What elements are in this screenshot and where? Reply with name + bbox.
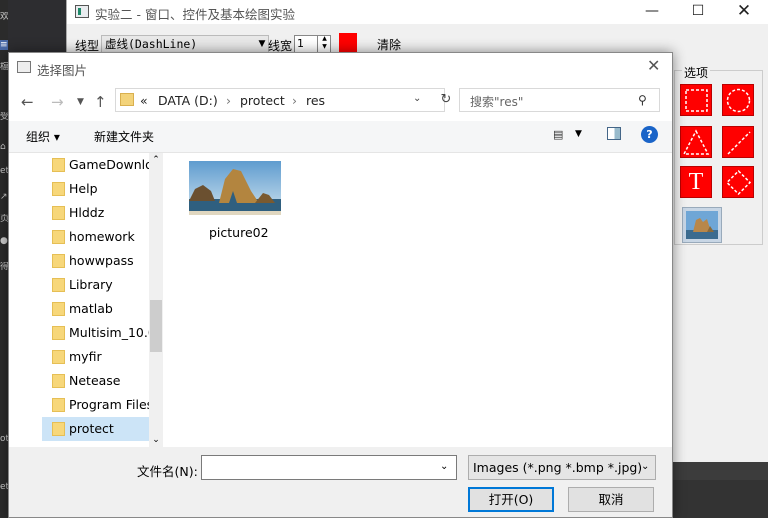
chevron-down-icon[interactable]: ⌄ [641, 461, 649, 472]
refresh-icon[interactable]: ↻ [435, 92, 457, 110]
folder-icon [52, 398, 65, 412]
nav-item[interactable]: myfir [42, 345, 157, 369]
close-icon[interactable]: ✕ [647, 56, 660, 75]
image-thumbnail [189, 161, 281, 215]
view-options-icon[interactable]: ▤ [553, 128, 563, 141]
file-open-dialog: 选择图片 ✕ ← → ▼ ↑ « DATA (D:) › protect › r… [8, 52, 673, 518]
scroll-down-icon[interactable]: ⌄ [149, 433, 163, 447]
options-group: 选项 T [674, 62, 763, 245]
nav-item[interactable]: Hlddz [42, 201, 157, 225]
cancel-button[interactable]: 取消 [568, 487, 654, 512]
folder-icon [52, 254, 65, 268]
breadcrumb-overflow[interactable]: « [140, 93, 148, 108]
nav-item[interactable]: matlab [42, 297, 157, 321]
breadcrumb-separator-icon[interactable]: › [226, 93, 231, 108]
nav-item[interactable]: Multisim_10.0 [42, 321, 157, 345]
nav-item[interactable]: Help [42, 177, 157, 201]
chevron-down-icon[interactable]: ▼ [575, 129, 582, 139]
open-button[interactable]: 打开(O) [468, 487, 554, 512]
scrollbar-thumb[interactable] [150, 300, 162, 352]
recent-locations-icon[interactable]: ▼ [77, 97, 84, 107]
nav-scrollbar[interactable]: ⌃ ⌄ [149, 153, 163, 447]
nav-item[interactable]: GameDownlo [42, 153, 157, 177]
dialog-footer: 文件名(N): ⌄ Images (*.png *.bmp *.jpg) ⌄ 打… [9, 447, 672, 517]
close-icon[interactable]: ✕ [721, 0, 767, 24]
address-bar[interactable]: « DATA (D:) › protect › res ⌄ ↻ [115, 88, 451, 112]
left-edge-strip: 欢 ≡ 檔 受 ⌂ et ↗ 页 ● 得 ot et [0, 0, 8, 518]
folder-icon [52, 326, 65, 340]
back-arrow-icon[interactable]: ← [21, 93, 34, 111]
main-window-title: 实验二 - 窗口、控件及基本绘图实验 [95, 7, 295, 22]
clear-button[interactable]: 清除 [377, 36, 401, 53]
chevron-down-icon[interactable]: ⌄ [413, 93, 421, 104]
folder-icon [52, 206, 65, 220]
ellipse-tool-icon[interactable] [722, 84, 754, 116]
rectangle-tool-icon[interactable] [680, 84, 712, 116]
help-icon[interactable]: ? [641, 126, 658, 143]
options-label: 选项 [682, 64, 711, 81]
file-list: picture02 [163, 153, 672, 447]
folder-icon [52, 230, 65, 244]
preview-pane-icon[interactable] [607, 127, 621, 140]
organize-button[interactable]: 组织 ▾ [26, 128, 60, 145]
folder-icon [52, 278, 65, 292]
dialog-icon [17, 61, 31, 73]
scroll-up-icon[interactable]: ⌃ [149, 153, 163, 167]
image-tool-icon[interactable] [682, 207, 722, 243]
folder-icon [52, 182, 65, 196]
nav-item[interactable]: howwpass [42, 249, 157, 273]
triangle-tool-icon[interactable] [680, 126, 712, 158]
text-tool-icon[interactable]: T [680, 166, 712, 198]
breadcrumb-protect[interactable]: protect [240, 93, 285, 108]
pen-color-button[interactable] [339, 33, 357, 53]
folder-icon [52, 350, 65, 364]
nav-item[interactable]: homework [42, 225, 157, 249]
nav-item-selected[interactable]: protect [42, 417, 157, 441]
folder-icon [120, 93, 134, 106]
nav-item[interactable]: Program Files [42, 393, 157, 417]
line-type-combobox[interactable]: 虚线(DashLine) [101, 35, 269, 53]
breadcrumb-drive[interactable]: DATA (D:) [158, 93, 218, 108]
file-type-filter-text: Images (*.png *.bmp *.jpg) [473, 460, 643, 475]
file-name-label: 文件名(N): [137, 464, 198, 479]
file-name-field[interactable]: ⌄ [201, 455, 457, 480]
forward-arrow-icon[interactable]: → [51, 93, 64, 111]
line-tool-icon[interactable] [722, 126, 754, 158]
breadcrumb-res[interactable]: res [306, 93, 325, 108]
command-bar: 组织 ▾ 新建文件夹 ▤ ▼ ? [9, 121, 672, 153]
up-arrow-icon[interactable]: ↑ [94, 93, 107, 111]
folder-icon [52, 374, 65, 388]
file-item[interactable]: picture02 [185, 159, 285, 247]
dialog-title: 选择图片 [37, 63, 88, 78]
file-type-filter[interactable]: Images (*.png *.bmp *.jpg) ⌄ [468, 455, 656, 480]
navigation-pane: GameDownlo Help Hlddz homework howwpass … [9, 153, 163, 447]
nav-item[interactable]: Library [42, 273, 157, 297]
search-input[interactable]: 搜索"res" ⚲ [459, 88, 660, 112]
file-name: picture02 [209, 225, 269, 240]
main-title-bar: 实验二 - 窗口、控件及基本绘图实验 — ☐ ✕ [67, 0, 768, 24]
chevron-down-icon[interactable]: ▼ [255, 35, 269, 53]
diamond-tool-icon[interactable] [722, 166, 754, 198]
folder-icon [52, 302, 65, 316]
folder-icon [52, 158, 65, 172]
nav-item[interactable]: Netease [42, 369, 157, 393]
maximize-icon[interactable]: ☐ [675, 0, 721, 24]
app-icon [75, 5, 89, 18]
spin-arrows-icon[interactable]: ▲ ▼ [317, 35, 331, 53]
new-folder-button[interactable]: 新建文件夹 [94, 128, 154, 145]
folder-icon [52, 422, 65, 436]
minimize-icon[interactable]: — [629, 0, 675, 24]
chevron-down-icon[interactable]: ⌄ [440, 461, 448, 472]
breadcrumb-separator-icon[interactable]: › [292, 93, 297, 108]
search-icon[interactable]: ⚲ [638, 93, 647, 107]
